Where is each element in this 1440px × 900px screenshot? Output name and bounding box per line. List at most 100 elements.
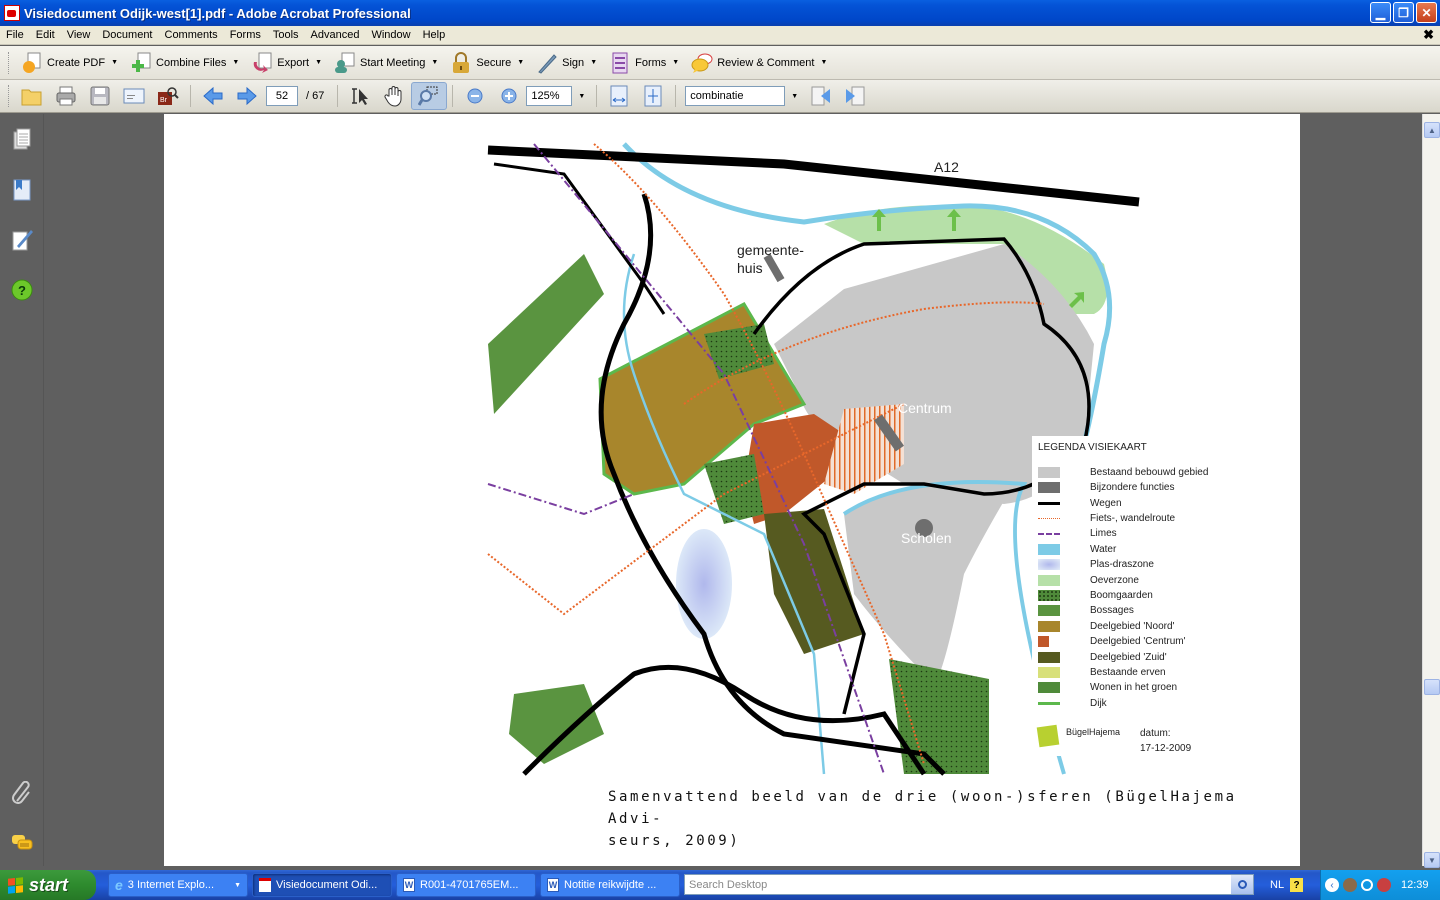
date-label: datum:: [1140, 728, 1171, 739]
secure-button[interactable]: Secure ▼: [444, 49, 530, 77]
zoom-out-button[interactable]: [458, 82, 492, 110]
ie-icon: e: [115, 877, 123, 893]
scroll-thumb[interactable]: [1424, 679, 1440, 695]
hand-icon: [383, 85, 405, 107]
start-button[interactable]: start: [0, 870, 96, 900]
select-tool-button[interactable]: [343, 82, 377, 110]
menu-advanced[interactable]: Advanced: [305, 29, 366, 41]
menu-document[interactable]: Document: [96, 29, 158, 41]
legend-item: Boomgaarden: [1038, 589, 1153, 602]
desktop-search-input[interactable]: Search Desktop: [684, 874, 1254, 895]
word-icon: W: [403, 878, 415, 892]
toolbar-separator: [675, 85, 677, 107]
legend-item: Deelgebied 'Zuid': [1038, 651, 1167, 664]
save-button[interactable]: [83, 82, 117, 110]
taskbar-item-acrobat[interactable]: Visiedocument Odi...: [252, 873, 392, 897]
language-indicator[interactable]: NL: [1270, 879, 1284, 891]
signatures-panel-icon[interactable]: [11, 228, 33, 252]
taskbar-item-internet-explorer[interactable]: e3 Internet Explo... ▼: [108, 873, 248, 897]
comments-panel-icon[interactable]: [11, 831, 33, 855]
legend-item: Wonen in het groen: [1038, 681, 1177, 694]
search-tray-icon[interactable]: [1361, 879, 1373, 891]
restore-button[interactable]: ❐: [1393, 2, 1414, 23]
acrobat-icon: [4, 5, 20, 21]
highway-a12: [487, 145, 1140, 207]
previous-page-button[interactable]: [196, 82, 230, 110]
page-number-input[interactable]: 52: [266, 86, 298, 106]
select-cursor-icon: [349, 85, 371, 107]
find-input[interactable]: combinatie: [685, 86, 786, 106]
open-button[interactable]: [15, 82, 49, 110]
toolbar-separator: [452, 85, 454, 107]
zoom-in-button[interactable]: [492, 82, 526, 110]
scroll-down-button[interactable]: ▼: [1424, 852, 1440, 868]
figure-caption: Samenvattend beeld van de drie (woon-)sf…: [608, 786, 1268, 852]
logo-text: BügelHajema: [1066, 727, 1121, 737]
taskbar-item-word-2[interactable]: W Notitie reikwijdte ...: [540, 873, 680, 897]
start-meeting-button[interactable]: Start Meeting ▼: [328, 49, 444, 77]
fit-width-button[interactable]: [602, 82, 636, 110]
menu-window[interactable]: Window: [365, 29, 416, 41]
show-hidden-icons[interactable]: ‹: [1325, 878, 1339, 892]
taskbar-item-word-1[interactable]: W R001-4701765EM...: [396, 873, 536, 897]
find-dropdown-icon[interactable]: ▼: [791, 93, 798, 100]
combine-files-button[interactable]: Combine Files ▼: [124, 49, 245, 77]
find-next-button[interactable]: [838, 82, 872, 110]
create-pdf-button[interactable]: Create PDF ▼: [15, 49, 124, 77]
security-icon[interactable]: [1377, 878, 1391, 892]
create-pdf-label: Create PDF: [47, 56, 106, 69]
word-icon: W: [547, 878, 559, 892]
caption-line-1: Samenvattend beeld van de drie (woon-)sf…: [608, 789, 1237, 827]
menu-tools[interactable]: Tools: [267, 29, 305, 41]
help-icon[interactable]: ?: [1290, 878, 1304, 892]
legend-item: Plas-draszone: [1038, 558, 1154, 571]
menu-file[interactable]: File: [0, 29, 30, 41]
vertical-scrollbar[interactable]: ▲ ▼: [1422, 114, 1440, 868]
sign-button[interactable]: Sign ▼: [530, 49, 603, 77]
menu-view[interactable]: View: [61, 29, 97, 41]
date-value: 17-12-2009: [1140, 743, 1192, 754]
woods: [509, 684, 604, 764]
network-icon[interactable]: [1343, 878, 1357, 892]
forms-button[interactable]: Forms ▼: [603, 49, 685, 77]
bookmarks-panel-icon[interactable]: [11, 178, 33, 202]
zoom-level-input[interactable]: 125%: [526, 86, 573, 106]
help-icon[interactable]: ?: [11, 278, 33, 302]
close-document-icon[interactable]: ✖: [1423, 27, 1434, 43]
zoom-dropdown-icon[interactable]: ▼: [578, 93, 585, 100]
find-next-icon: [844, 85, 866, 107]
pages-panel-icon[interactable]: [11, 128, 33, 152]
legend-item: Limes: [1038, 527, 1117, 540]
menu-help[interactable]: Help: [417, 29, 452, 41]
toolbar-separator: [596, 85, 598, 107]
attachments-icon[interactable]: [11, 780, 33, 805]
menu-comments[interactable]: Comments: [159, 29, 224, 41]
menu-edit[interactable]: Edit: [30, 29, 61, 41]
fit-page-button[interactable]: [636, 82, 670, 110]
scroll-up-button[interactable]: ▲: [1424, 122, 1440, 138]
email-button[interactable]: [117, 82, 151, 110]
bridge-button[interactable]: Br: [151, 82, 185, 110]
orchard: [889, 659, 989, 774]
print-button[interactable]: [49, 82, 83, 110]
review-comment-button[interactable]: Review & Comment ▼: [685, 49, 833, 77]
toolbar-grip[interactable]: [8, 51, 11, 74]
search-button[interactable]: [1231, 875, 1253, 894]
label-scholen: Scholen: [901, 530, 952, 546]
hand-tool-button[interactable]: [377, 82, 411, 110]
legend-item: Fiets-, wandelroute: [1038, 512, 1175, 525]
next-page-button[interactable]: [230, 82, 264, 110]
arrow-right-icon: [236, 85, 258, 107]
bridge-search-icon: Br: [157, 85, 179, 107]
legend-item: Deelgebied 'Centrum': [1038, 635, 1186, 648]
menu-forms[interactable]: Forms: [224, 29, 267, 41]
marquee-zoom-button[interactable]: [411, 82, 448, 110]
toolbar-grip[interactable]: [8, 85, 11, 107]
arrow-left-icon: [202, 85, 224, 107]
find-previous-button[interactable]: [804, 82, 838, 110]
minimize-button[interactable]: ▁: [1370, 2, 1391, 23]
close-button[interactable]: ✕: [1416, 2, 1437, 23]
export-icon: [251, 52, 273, 74]
find-previous-icon: [810, 85, 832, 107]
export-button[interactable]: Export ▼: [245, 49, 328, 77]
